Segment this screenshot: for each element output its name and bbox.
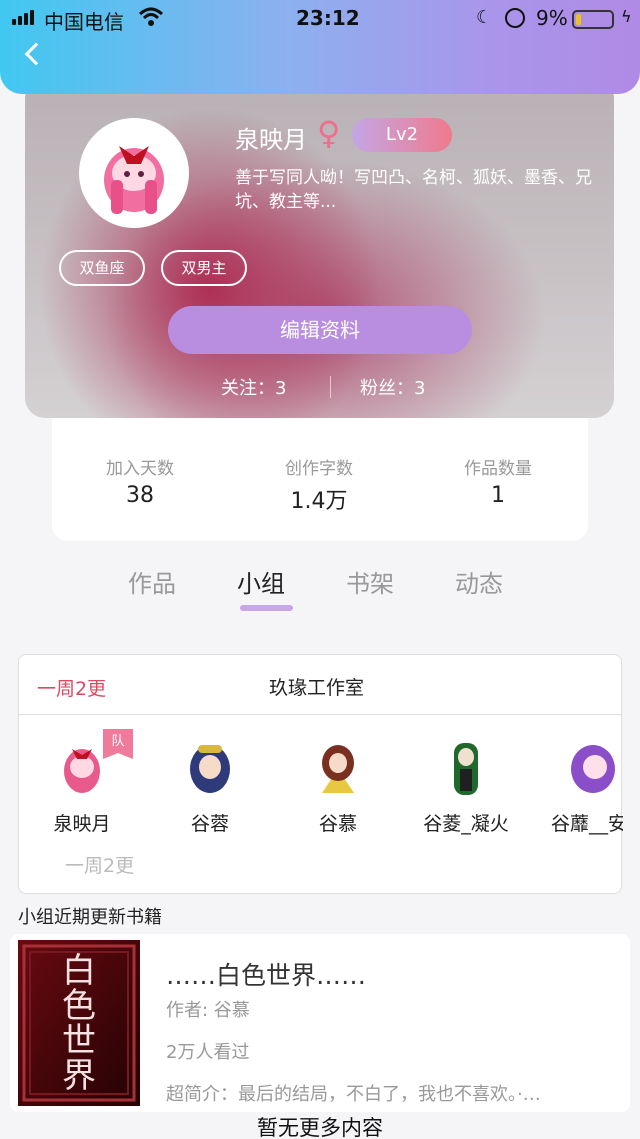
section-title: 小组近期更新书籍: [18, 907, 162, 928]
active-tab-indicator: [240, 605, 293, 611]
avatar[interactable]: [79, 118, 189, 228]
book-cover[interactable]: 白色世界: [18, 940, 140, 1106]
member-avatar: [561, 735, 623, 799]
tab-works[interactable]: 作品: [128, 564, 176, 599]
member-avatar: [434, 735, 498, 799]
book-cover-text: 白色世界: [62, 951, 96, 1096]
member-name: 谷菱_凝火: [423, 813, 509, 835]
wifi-icon: [138, 7, 164, 26]
member-name: 谷蘼__安羽: [551, 813, 623, 835]
profile-name: 泉映月: [235, 126, 307, 154]
female-icon: ♀: [317, 114, 341, 152]
moon-icon: ☾: [476, 7, 493, 28]
stat-label: 作品数量: [464, 459, 532, 479]
level-badge: Lv2: [352, 118, 452, 152]
signal-icon: [12, 10, 34, 25]
status-bar: 中国电信 23:12 ☾ 9% ϟ: [0, 6, 640, 34]
profile-bio: 善于写同人呦！写凹凸、名柯、狐妖、墨香、兄坑、教主等...: [235, 168, 592, 212]
member-name: 谷慕: [318, 813, 357, 835]
edit-profile-button[interactable]: 编辑资料: [168, 306, 472, 354]
book-views: 2万人看过: [166, 1042, 250, 1063]
member-item[interactable]: 谷蓉: [155, 735, 265, 835]
stat-words: 创作字数 1.4万: [259, 454, 379, 515]
member-name: 泉映月: [53, 813, 111, 835]
avatar-image: [104, 146, 164, 214]
tab-activity[interactable]: 动态: [455, 564, 503, 599]
back-icon[interactable]: [22, 40, 46, 70]
stat-days: 加入天数 38: [80, 454, 200, 508]
charging-icon: ϟ: [621, 7, 632, 26]
stat-value: 38: [126, 483, 154, 508]
clock: 23:12: [296, 6, 360, 30]
member-item[interactable]: 谷菱_凝火: [411, 735, 521, 835]
group-card[interactable]: 一周2更 玖瑑工作室 泉映月 队 谷蓉 谷慕 谷菱_凝火 谷蘼__安羽 一周2更: [18, 654, 623, 894]
stats-card: 加入天数 38 创作字数 1.4万 作品数量 1: [52, 400, 588, 541]
book-item[interactable]: 白色世界 ……白色世界…… 作者: 谷慕 2万人看过 超简介：最后的结局，不白了…: [10, 934, 630, 1112]
stat-value: 1.4万: [290, 489, 348, 514]
carrier-label: 中国电信: [44, 10, 124, 34]
rotation-lock-icon: [505, 8, 525, 28]
member-name: 谷蓉: [190, 813, 229, 835]
group-frequency: 一周2更: [37, 678, 107, 700]
stat-label: 创作字数: [285, 459, 353, 479]
member-avatar: [178, 735, 242, 799]
member-item[interactable]: 谷慕: [283, 735, 393, 835]
followers-count[interactable]: 粉丝：3: [360, 374, 425, 400]
member-item[interactable]: 谷蘼__安羽: [539, 735, 623, 835]
stat-works: 作品数量 1: [438, 454, 558, 508]
tab-bookshelf[interactable]: 书架: [346, 564, 394, 599]
book-author: 作者: 谷慕: [166, 1000, 250, 1021]
profile-card: 泉映月 ♀ Lv2 善于写同人呦！写凹凸、名柯、狐妖、墨香、兄坑、教主等... …: [25, 78, 614, 418]
tag-zodiac[interactable]: 双鱼座: [59, 250, 145, 286]
group-header: 一周2更 玖瑑工作室: [19, 655, 621, 715]
member-avatar: [306, 735, 370, 799]
book-intro: 超简介：最后的结局，不白了，我也不喜欢。·…: [166, 1084, 541, 1105]
group-frequency-footer: 一周2更: [65, 855, 135, 877]
battery-icon: [572, 10, 614, 29]
tag-genre[interactable]: 双男主: [161, 250, 247, 286]
divider: [330, 376, 331, 398]
header-bar: 中国电信 23:12 ☾ 9% ϟ: [0, 0, 640, 94]
no-more-content: 暂无更多内容: [257, 1116, 383, 1139]
battery-percent: 9%: [536, 6, 568, 30]
following-count[interactable]: 关注：3: [221, 374, 286, 400]
group-name: 玖瑑工作室: [269, 677, 365, 699]
stat-value: 1: [491, 483, 505, 508]
book-title: ……白色世界……: [166, 961, 367, 990]
tab-group[interactable]: 小组: [237, 564, 285, 599]
stat-label: 加入天数: [106, 459, 174, 479]
